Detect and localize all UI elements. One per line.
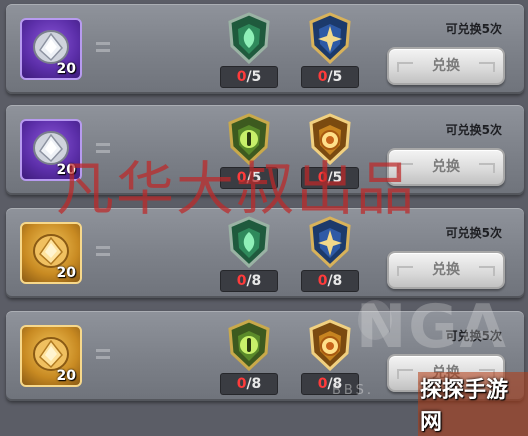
nga-watermark: NGA <box>356 292 508 362</box>
progress-current: 0 <box>236 376 247 392</box>
progress-counter: 0/5 <box>301 66 359 88</box>
progress-current: 0 <box>236 273 247 289</box>
equals-sign <box>96 349 110 359</box>
item-count: 20 <box>56 265 76 281</box>
bbs-watermark: BBS. <box>332 383 374 398</box>
remaining-exchanges-text: 可兑换5次 <box>445 226 502 240</box>
progress-current: 0 <box>317 376 328 392</box>
green-leaf-icon <box>228 216 270 268</box>
item-count: 20 <box>56 368 76 384</box>
item-count: 20 <box>56 61 76 77</box>
progress-counter: 0/5 <box>220 66 278 88</box>
green-eye-icon <box>228 319 270 371</box>
button-deco-right <box>479 163 495 173</box>
exchange-button-label: 兑换 <box>432 262 460 278</box>
progress-counter: 0/8 <box>301 270 359 292</box>
exchange-row: 20 0/5 0/5 可兑换5次 兑换 <box>6 105 524 195</box>
exchange-button-label: 兑换 <box>432 159 460 175</box>
progress-current: 0 <box>236 69 247 85</box>
progress-max: /5 <box>327 170 343 186</box>
green-eye-icon <box>228 113 270 165</box>
exchange-button[interactable]: 兑换 <box>387 251 505 289</box>
progress-counter: 0/8 <box>220 373 278 395</box>
blue-star-icon <box>309 12 351 64</box>
gold-gem-icon <box>33 234 69 268</box>
green-leaf-icon <box>228 12 270 64</box>
button-deco-left <box>397 62 413 72</box>
progress-counter: 0/5 <box>301 167 359 189</box>
exchange-row: 20 0/8 0/8 可兑换5次 兑换 <box>6 208 524 298</box>
equals-sign <box>96 42 110 52</box>
progress-counter: 0/8 <box>220 270 278 292</box>
gold-sun-icon <box>309 113 351 165</box>
progress-max: /8 <box>246 376 262 392</box>
progress-max: /5 <box>246 69 262 85</box>
button-deco-left <box>397 369 413 379</box>
progress-counter: 0/5 <box>220 167 278 189</box>
button-deco-left <box>397 163 413 173</box>
button-deco-right <box>479 62 495 72</box>
gold-sun-icon <box>309 319 351 371</box>
button-deco-left <box>397 266 413 276</box>
remaining-exchanges-text: 可兑换5次 <box>445 123 502 137</box>
button-deco-right <box>479 266 495 276</box>
progress-current: 0 <box>236 170 247 186</box>
progress-max: /8 <box>327 273 343 289</box>
progress-max: /5 <box>246 170 262 186</box>
exchange-button[interactable]: 兑换 <box>387 148 505 186</box>
progress-current: 0 <box>317 69 328 85</box>
equals-sign <box>96 143 110 153</box>
exchange-button-label: 兑换 <box>432 58 460 74</box>
purple-gem-item[interactable]: 20 <box>20 119 82 181</box>
purple-gem-item[interactable]: 20 <box>20 18 82 80</box>
gold-gem-icon <box>33 337 69 371</box>
silver-gem-icon <box>33 131 69 165</box>
blue-star-icon <box>309 216 351 268</box>
silver-gem-icon <box>33 30 69 64</box>
site-corner-logo: 探探手游网 <box>418 372 528 436</box>
progress-max: /5 <box>327 69 343 85</box>
gold-gem-item[interactable]: 20 <box>20 325 82 387</box>
progress-current: 0 <box>317 170 328 186</box>
gold-gem-item[interactable]: 20 <box>20 222 82 284</box>
progress-current: 0 <box>317 273 328 289</box>
item-count: 20 <box>56 162 76 178</box>
exchange-button[interactable]: 兑换 <box>387 47 505 85</box>
remaining-exchanges-text: 可兑换5次 <box>445 22 502 36</box>
equals-sign <box>96 246 110 256</box>
exchange-row: 20 0/5 0/5 可兑换5次 兑换 <box>6 4 524 94</box>
progress-max: /8 <box>246 273 262 289</box>
